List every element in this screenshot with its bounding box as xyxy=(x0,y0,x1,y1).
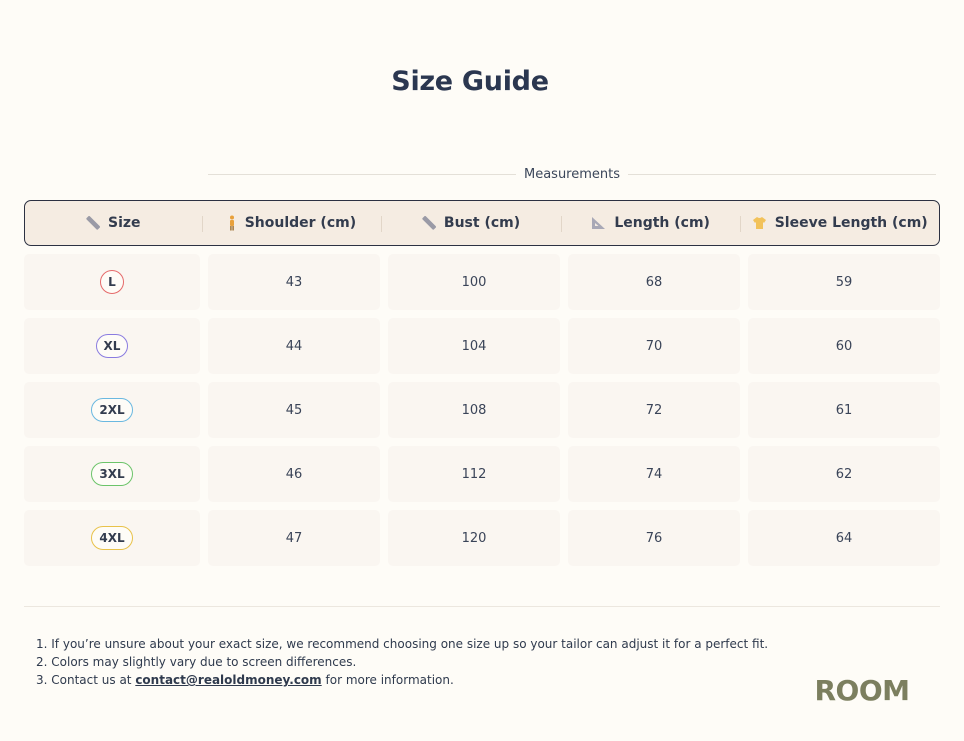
size-cell: 4XL xyxy=(24,510,200,566)
notes-list: 1. If you’re unsure about your exact siz… xyxy=(36,635,796,689)
size-badge: 2XL xyxy=(91,398,133,422)
footer-divider xyxy=(24,606,940,607)
divider-line-right xyxy=(628,173,936,175)
header-shoulder-label: Shoulder (cm) xyxy=(244,215,357,231)
note-item: 1. If you’re unsure about your exact siz… xyxy=(36,637,769,651)
header-sleeve-length-label: Sleeve Length (cm) xyxy=(774,215,928,231)
sleeve-length-cell: 62 xyxy=(748,446,940,502)
triangle-ruler-icon xyxy=(591,216,606,230)
sleeve-length-cell: 59 xyxy=(748,254,940,310)
shoulder-cell: 47 xyxy=(208,510,380,566)
size-badge: XL xyxy=(95,334,129,358)
bust-cell: 100 xyxy=(388,254,560,310)
person-icon xyxy=(227,215,237,231)
shoulder-cell: 46 xyxy=(208,446,380,502)
table-row: 2XL 45 108 72 61 xyxy=(24,382,940,438)
length-cell: 68 xyxy=(568,254,740,310)
sleeve-length-cell: 64 xyxy=(748,510,940,566)
table-row: 4XL 47 120 76 64 xyxy=(24,510,940,566)
bust-cell: 112 xyxy=(388,446,560,502)
size-cell: 3XL xyxy=(24,446,200,502)
size-badge: L xyxy=(100,270,124,294)
bust-cell: 108 xyxy=(388,382,560,438)
header-bust-label: Bust (cm) xyxy=(443,215,521,231)
header-length-label: Length (cm) xyxy=(614,215,710,231)
sleeve-length-cell: 61 xyxy=(748,382,940,438)
bust-cell: 120 xyxy=(388,510,560,566)
shoulder-cell: 44 xyxy=(208,318,380,374)
note-item: 3. Contact us at contact@realoldmoney.co… xyxy=(36,671,796,689)
shoulder-cell: 43 xyxy=(208,254,380,310)
size-cell: 2XL xyxy=(24,382,200,438)
header-bust: Bust (cm) xyxy=(381,201,561,245)
room-logo: ROOM xyxy=(814,674,910,706)
ruler-icon xyxy=(86,216,101,230)
page-title: Size Guide xyxy=(391,66,549,97)
table-row: L 43 100 68 59 xyxy=(24,254,940,310)
measurements-group-label: Measurements xyxy=(208,165,936,183)
size-guide-page: Size Guide Measurements Size Shoulder (c… xyxy=(0,0,964,741)
size-badge: 3XL xyxy=(91,462,133,486)
size-cell: XL xyxy=(24,318,200,374)
divider-line-left xyxy=(208,173,516,175)
note-item: 2. Colors may slightly vary due to scree… xyxy=(36,655,357,669)
shirt-icon xyxy=(752,216,767,230)
shoulder-cell: 45 xyxy=(208,382,380,438)
header-sleeve-length: Sleeve Length (cm) xyxy=(740,201,939,245)
header-length: Length (cm) xyxy=(560,201,741,245)
note-text: 3. Contact us at xyxy=(36,673,136,687)
table-row: 3XL 46 112 74 62 xyxy=(24,446,940,502)
sleeve-length-cell: 60 xyxy=(748,318,940,374)
size-cell: L xyxy=(24,254,200,310)
logo-text: ROOM xyxy=(814,674,909,706)
table-header: Size Shoulder (cm) Bust (cm) Length (cm)… xyxy=(24,200,940,246)
header-shoulder: Shoulder (cm) xyxy=(201,201,382,245)
length-cell: 70 xyxy=(568,318,740,374)
size-table-body: L 43 100 68 59 XL 44 104 70 60 2XL 45 10… xyxy=(24,254,940,574)
length-cell: 74 xyxy=(568,446,740,502)
bust-cell: 104 xyxy=(388,318,560,374)
length-cell: 72 xyxy=(568,382,740,438)
size-badge: 4XL xyxy=(91,526,133,550)
header-size: Size xyxy=(25,201,202,245)
contact-email-link[interactable]: contact@realoldmoney.com xyxy=(135,673,321,687)
length-cell: 76 xyxy=(568,510,740,566)
ruler-icon xyxy=(422,216,436,230)
table-row: XL 44 104 70 60 xyxy=(24,318,940,374)
note-text: for more information. xyxy=(321,673,454,687)
header-size-label: Size xyxy=(108,215,141,231)
measurements-label: Measurements xyxy=(523,166,621,182)
